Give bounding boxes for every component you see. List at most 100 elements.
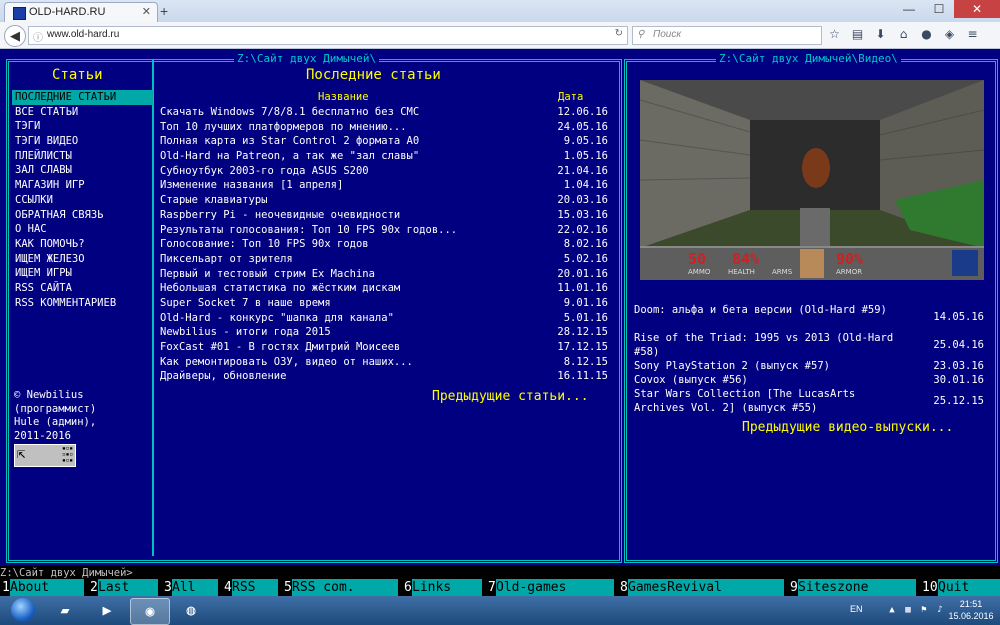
- article-row[interactable]: Super Socket 7 в наше время 9.01.16: [160, 296, 608, 311]
- video-row[interactable]: Sony PlayStation 2 (выпуск #57) 23.03.16: [634, 359, 986, 373]
- fkey-10[interactable]: 10 Quit: [920, 579, 1000, 596]
- start-button[interactable]: [4, 596, 44, 625]
- video-row[interactable]: Rise of the Triad: 1995 vs 2013 (Old-Har…: [634, 331, 986, 359]
- sidebar-item[interactable]: О НАС: [12, 222, 153, 237]
- fkey-6[interactable]: 6 Links: [402, 579, 482, 596]
- sidebar-item[interactable]: ВСЕ СТАТЬИ: [12, 105, 153, 120]
- sidebar-item[interactable]: ПОСЛЕДНИЕ СТАТЬИ: [12, 90, 153, 105]
- article-row[interactable]: Old-Hard на Patreon, а так же "зал славы…: [160, 149, 608, 164]
- system-clock[interactable]: 21:51 15.06.2016: [946, 598, 996, 622]
- video-row[interactable]: Doom: альфа и бета версии (Old-Hard #59)…: [634, 303, 986, 323]
- sidebar-item[interactable]: ССЫЛКИ: [12, 193, 153, 208]
- article-title[interactable]: Голосование: Топ 10 FPS 90х годов: [160, 237, 369, 252]
- article-row[interactable]: Голосование: Топ 10 FPS 90х годов 8.02.16: [160, 237, 608, 252]
- article-title[interactable]: Raspberry Pi - неочевидные очевидности: [160, 208, 400, 223]
- sidebar-item[interactable]: КАК ПОМОЧЬ?: [12, 237, 153, 252]
- home-icon[interactable]: ⌂: [895, 26, 912, 43]
- info-icon[interactable]: ⓘ: [33, 29, 43, 44]
- menu-icon[interactable]: ≡: [964, 26, 981, 43]
- search-input[interactable]: ⚲ Поиск: [632, 26, 822, 45]
- video-thumbnail[interactable]: 50 AMMO 84% HEALTH ARMS 90% ARMOR: [640, 80, 984, 280]
- chat-icon[interactable]: ●: [918, 26, 935, 43]
- fkey-9[interactable]: 9 Siteszone: [788, 579, 916, 596]
- download-icon[interactable]: ⬇: [872, 26, 889, 43]
- article-title[interactable]: Первый и тестовый стрим Ex Machina: [160, 267, 375, 282]
- back-button[interactable]: ◀: [4, 25, 26, 47]
- video-title[interactable]: Doom: альфа и бета версии (Old-Hard #59): [634, 303, 910, 317]
- article-row[interactable]: Изменение названия [1 апреля] 1.04.16: [160, 178, 608, 193]
- taskbar-explorer[interactable]: ▰: [46, 598, 84, 623]
- bookmarks-icon[interactable]: ▤: [849, 26, 866, 43]
- article-row[interactable]: Скачать Windows 7/8/8.1 бесплатно без СМ…: [160, 105, 608, 120]
- star-icon[interactable]: ☆: [826, 26, 843, 43]
- fkey-8[interactable]: 8 GamesRevival: [618, 579, 784, 596]
- article-row[interactable]: Небольшая статистика по жёстким дискам 11…: [160, 281, 608, 296]
- url-bar[interactable]: ⓘ www.old-hard.ru ↻: [28, 26, 628, 45]
- article-row[interactable]: Топ 10 лучших платформеров по мнению... 2…: [160, 120, 608, 135]
- taskbar-app[interactable]: ◍: [172, 598, 210, 623]
- article-title[interactable]: Newbilius - итоги года 2015: [160, 325, 331, 340]
- article-title[interactable]: Небольшая статистика по жёстким дискам: [160, 281, 400, 296]
- article-title[interactable]: Как ремонтировать ОЗУ, видео от наших...: [160, 355, 413, 370]
- article-title[interactable]: Полная карта из Star Control 2 формата A…: [160, 134, 419, 149]
- article-row[interactable]: FoxCast #01 - В гостях Дмитрий Моисеев 17…: [160, 340, 608, 355]
- video-row[interactable]: Star Wars Collection [The LucasArts Arch…: [634, 387, 986, 415]
- fkey-5[interactable]: 5 RSS com.: [282, 579, 398, 596]
- new-tab-button[interactable]: +: [160, 3, 168, 19]
- minimize-button[interactable]: —: [894, 0, 924, 18]
- article-title[interactable]: Изменение названия [1 апреля]: [160, 178, 343, 193]
- close-window-button[interactable]: ✕: [954, 0, 1000, 18]
- article-title[interactable]: Super Socket 7 в наше время: [160, 296, 331, 311]
- sidebar-item[interactable]: RSS КОММЕНТАРИЕВ: [12, 296, 153, 311]
- maximize-button[interactable]: ☐: [924, 0, 954, 18]
- fkey-1[interactable]: 1 About: [0, 579, 84, 596]
- network-icon[interactable]: ▦: [902, 604, 914, 616]
- fkey-4[interactable]: 4 RSS: [222, 579, 278, 596]
- article-row[interactable]: Субноутбук 2003-го года ASUS S200 21.04.1…: [160, 164, 608, 179]
- article-row[interactable]: Raspberry Pi - неочевидные очевидности 15…: [160, 208, 608, 223]
- sidebar-item[interactable]: ИЩЕМ ИГРЫ: [12, 266, 153, 281]
- site-logo[interactable]: ⇱ ▪▫▪ ▫▪▫ ▪▫▪: [14, 444, 76, 467]
- article-title[interactable]: Старые клавиатуры: [160, 193, 267, 208]
- sidebar-item[interactable]: ЗАЛ СЛАВЫ: [12, 163, 153, 178]
- article-title[interactable]: Субноутбук 2003-го года ASUS S200: [160, 164, 369, 179]
- article-title[interactable]: Драйверы, обновление: [160, 369, 286, 384]
- article-title[interactable]: Топ 10 лучших платформеров по мнению...: [160, 120, 407, 135]
- command-prompt[interactable]: Z:\Сайт двух Димычей>: [0, 566, 1000, 580]
- video-title[interactable]: Sony PlayStation 2 (выпуск #57): [634, 359, 910, 373]
- sidebar-item[interactable]: ТЭГИ ВИДЕО: [12, 134, 153, 149]
- fkey-2[interactable]: 2 Last: [88, 579, 158, 596]
- sidebar-item[interactable]: ОБРАТНАЯ СВЯЗЬ: [12, 208, 153, 223]
- article-row[interactable]: Как ремонтировать ОЗУ, видео от наших...…: [160, 355, 608, 370]
- video-title[interactable]: Star Wars Collection [The LucasArts Arch…: [634, 387, 910, 415]
- tray-arrow-icon[interactable]: ▲: [886, 604, 898, 616]
- article-row[interactable]: Old-Hard - конкурс "шапка для канала" 5.0…: [160, 311, 608, 326]
- article-title[interactable]: Old-Hard на Patreon, а так же "зал славы…: [160, 149, 419, 164]
- pocket-icon[interactable]: ◈: [941, 26, 958, 43]
- tab-close-icon[interactable]: ✕: [142, 5, 151, 18]
- article-title[interactable]: Скачать Windows 7/8/8.1 бесплатно без СМ…: [160, 105, 419, 120]
- previous-videos-link[interactable]: Предыдущие видео-выпуски...: [742, 420, 953, 435]
- article-row[interactable]: Драйверы, обновление 16.11.15: [160, 369, 608, 384]
- sidebar-item[interactable]: ИЩЕМ ЖЕЛЕЗО: [12, 252, 153, 267]
- article-row[interactable]: Пиксельарт от зрителя 5.02.16: [160, 252, 608, 267]
- video-title[interactable]: Covox (выпуск #56): [634, 373, 910, 387]
- article-title[interactable]: Old-Hard - конкурс "шапка для канала": [160, 311, 394, 326]
- sidebar-item[interactable]: RSS САЙТА: [12, 281, 153, 296]
- article-row[interactable]: Первый и тестовый стрим Ex Machina 20.01.…: [160, 267, 608, 282]
- browser-tab[interactable]: OLD-HARD.RU ✕: [4, 2, 158, 23]
- fkey-3[interactable]: 3 All: [162, 579, 218, 596]
- article-row[interactable]: Полная карта из Star Control 2 формата A…: [160, 134, 608, 149]
- taskbar-media-player[interactable]: ▶: [88, 598, 126, 623]
- reload-icon[interactable]: ↻: [615, 28, 623, 39]
- video-title[interactable]: Rise of the Triad: 1995 vs 2013 (Old-Har…: [634, 331, 910, 359]
- flag-icon[interactable]: ⚑: [918, 604, 930, 616]
- article-row[interactable]: Newbilius - итоги года 2015 28.12.15: [160, 325, 608, 340]
- language-indicator[interactable]: EN: [850, 604, 863, 614]
- article-row[interactable]: Старые клавиатуры 20.03.16: [160, 193, 608, 208]
- sidebar-item[interactable]: МАГАЗИН ИГР: [12, 178, 153, 193]
- article-title[interactable]: FoxCast #01 - В гостях Дмитрий Моисеев: [160, 340, 400, 355]
- article-row[interactable]: Результаты голосования: Топ 10 FPS 90х г…: [160, 223, 608, 238]
- fkey-7[interactable]: 7 Old-games: [486, 579, 614, 596]
- article-title[interactable]: Результаты голосования: Топ 10 FPS 90х г…: [160, 223, 457, 238]
